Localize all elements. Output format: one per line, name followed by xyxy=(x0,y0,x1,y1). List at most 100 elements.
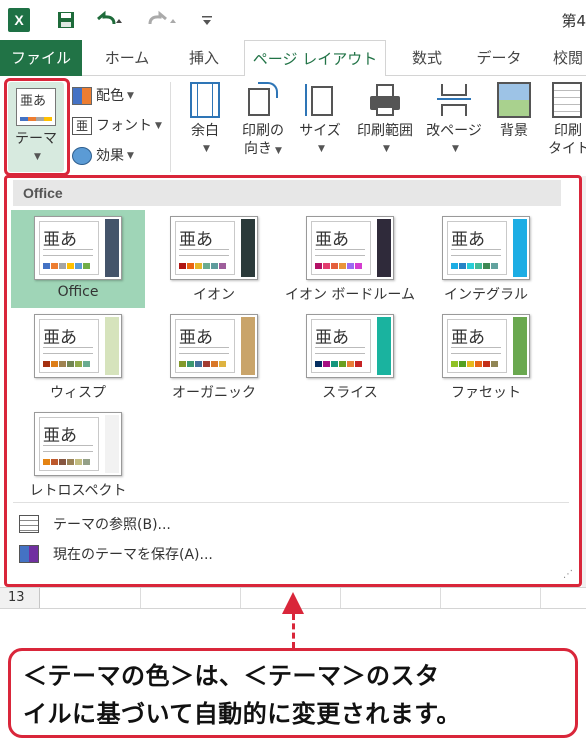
theme-color-swatch xyxy=(187,361,194,367)
cell-divider xyxy=(540,588,541,608)
theme-color-swatch xyxy=(491,361,498,367)
theme-color-swatch xyxy=(195,263,202,269)
tab-file[interactable]: ファイル xyxy=(0,40,82,76)
theme-tile[interactable]: 亜あ オーガニック xyxy=(147,308,281,406)
print-titles-icon xyxy=(552,82,582,118)
colors-button[interactable]: 配色 ▼ xyxy=(72,84,134,108)
theme-color-swatch xyxy=(355,361,362,367)
themes-gallery: Office 亜あ Office 亜あ イオン 亜あ イオン ボードルーム 亜あ インテグラル… xyxy=(4,175,582,587)
background-button[interactable]: 背景 xyxy=(490,82,538,140)
theme-color-swatch xyxy=(331,263,338,269)
margins-label: 余白 xyxy=(191,123,219,139)
tab-data[interactable]: データ xyxy=(466,40,532,76)
theme-name: オーガニック xyxy=(172,385,256,401)
theme-thumbnail: 亜あ xyxy=(442,314,530,378)
tab-insert[interactable]: 挿入 xyxy=(172,40,236,76)
theme-name: ファセット xyxy=(451,385,521,401)
tab-review[interactable]: 校閲 xyxy=(540,40,586,76)
theme-lines xyxy=(179,347,229,354)
theme-lines xyxy=(43,249,93,256)
orientation-icon xyxy=(246,82,280,118)
theme-color-swatch xyxy=(459,263,466,269)
theme-tile[interactable]: 亜あ レトロスペクト xyxy=(11,406,145,504)
tab-home[interactable]: ホーム xyxy=(92,40,162,76)
theme-color-swatch xyxy=(179,361,186,367)
print-area-button[interactable]: 印刷範囲 ▼ xyxy=(350,82,420,158)
theme-color-swatch xyxy=(483,361,490,367)
print-area-label: 印刷範囲 xyxy=(357,123,413,139)
theme-color-swatch xyxy=(203,263,210,269)
theme-glyph: 亜あ xyxy=(315,230,349,250)
theme-tile[interactable]: 亜あイオン ボードルーム xyxy=(283,210,417,308)
theme-color-swatch xyxy=(59,361,66,367)
theme-color-swatch xyxy=(219,361,226,367)
theme-color-swatch xyxy=(491,263,498,269)
theme-color-swatch xyxy=(451,361,458,367)
resize-grip-icon[interactable]: ⋰ xyxy=(563,569,573,580)
theme-tile[interactable]: 亜あ インテグラル xyxy=(419,210,553,308)
theme-color-swatch xyxy=(51,361,58,367)
cell-divider xyxy=(240,588,241,608)
theme-color-swatch xyxy=(43,361,50,367)
browse-themes-item[interactable]: テーマの参照(B)... xyxy=(19,512,171,536)
theme-tile[interactable]: 亜あ イオン xyxy=(147,210,281,308)
customize-qat-icon[interactable] xyxy=(198,8,216,32)
theme-thumbnail: 亜あ xyxy=(170,216,258,280)
breaks-button[interactable]: 改ページ ▼ xyxy=(424,82,484,158)
cell-divider xyxy=(340,588,341,608)
theme-accent-bar xyxy=(513,219,527,277)
theme-color-swatch xyxy=(195,361,202,367)
theme-lines xyxy=(43,445,93,452)
save-theme-item[interactable]: 現在のテーマを保存(A)... xyxy=(19,542,213,566)
redo-icon[interactable] xyxy=(146,8,180,32)
theme-accent-bar xyxy=(105,219,119,277)
theme-tile[interactable]: 亜あ ウィスプ xyxy=(11,308,145,406)
undo-icon[interactable] xyxy=(92,8,126,32)
theme-color-swatch xyxy=(339,263,346,269)
theme-color-swatch xyxy=(347,263,354,269)
theme-color-swatch xyxy=(339,361,346,367)
theme-color-swatch xyxy=(75,459,82,465)
theme-color-swatch xyxy=(75,263,82,269)
theme-name: レトロスペクト xyxy=(29,483,127,499)
theme-color-swatch xyxy=(59,263,66,269)
theme-color-swatch xyxy=(451,263,458,269)
theme-lines xyxy=(43,347,93,354)
background-image-icon xyxy=(497,82,531,118)
window-title: 第4 xyxy=(561,12,586,30)
theme-glyph: 亜あ xyxy=(43,328,77,348)
print-titles-label-1: 印刷 xyxy=(554,123,582,139)
theme-color-swatch xyxy=(59,459,66,465)
effects-button[interactable]: 効果 ▼ xyxy=(72,144,134,168)
save-icon[interactable] xyxy=(52,8,80,32)
vertical-scrollbar[interactable] xyxy=(582,176,586,588)
theme-color-swatch xyxy=(187,263,194,269)
cell-divider xyxy=(140,588,141,608)
theme-tile[interactable]: 亜あ ファセット xyxy=(419,308,553,406)
theme-color-swatch xyxy=(323,263,330,269)
theme-name: イオン ボードルーム xyxy=(284,287,416,303)
theme-accent-bar xyxy=(241,317,255,375)
theme-glyph: 亜あ xyxy=(451,230,485,250)
theme-lines xyxy=(451,249,501,256)
theme-glyph: 亜あ xyxy=(315,328,349,348)
orientation-button[interactable]: 印刷の 向き ▼ xyxy=(236,82,290,160)
theme-thumbnail: 亜あ xyxy=(442,216,530,280)
row-number[interactable]: 13 xyxy=(0,588,40,608)
cell-divider xyxy=(440,588,441,608)
tab-page-layout[interactable]: ページ レイアウト xyxy=(244,40,386,77)
fonts-button[interactable]: 亜 フォント ▼ xyxy=(72,114,162,138)
page-break-icon xyxy=(437,82,471,118)
theme-tile[interactable]: 亜あ Office xyxy=(11,210,145,308)
theme-tile[interactable]: 亜あ スライス xyxy=(283,308,417,406)
theme-color-swatch xyxy=(211,361,218,367)
tab-formulas[interactable]: 数式 xyxy=(396,40,458,76)
theme-accent-bar xyxy=(377,219,391,277)
print-titles-button[interactable]: 印刷 タイト xyxy=(544,82,586,158)
title-bar: X 第4 xyxy=(0,0,586,40)
size-icon xyxy=(305,82,335,118)
theme-lines xyxy=(315,249,365,256)
size-button[interactable]: サイズ ▼ xyxy=(296,82,344,158)
margins-button[interactable]: 余白 ▼ xyxy=(180,82,230,158)
theme-color-swatch xyxy=(179,263,186,269)
